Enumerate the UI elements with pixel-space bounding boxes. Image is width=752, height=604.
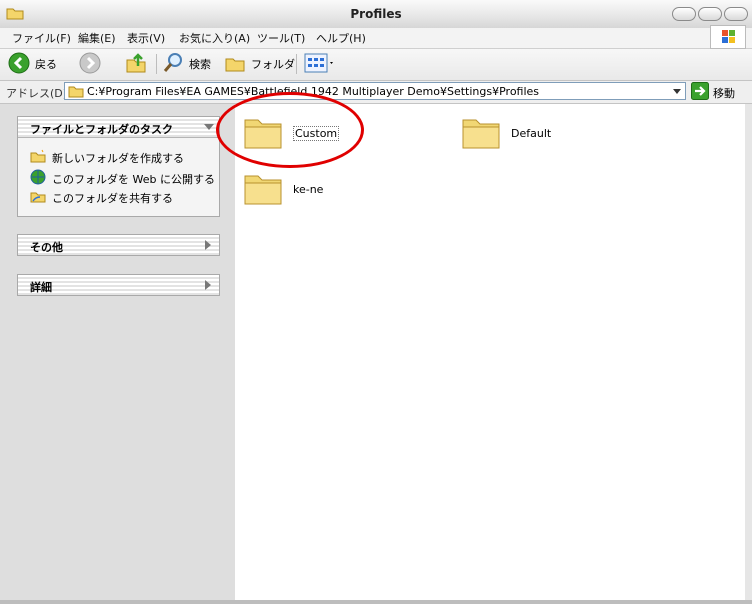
- other-places-panel[interactable]: その他: [17, 234, 220, 256]
- folder-icon: [461, 114, 501, 153]
- menu-favorites[interactable]: お気に入り(A): [179, 30, 250, 46]
- address-input[interactable]: C:¥Program Files¥EA GAMES¥Battlefield 19…: [64, 82, 686, 100]
- window-title: Profiles: [350, 7, 402, 21]
- folder-icon: [243, 170, 283, 209]
- task-publish-web[interactable]: このフォルダを Web に公開する: [30, 169, 215, 188]
- share-folder-icon: [30, 189, 46, 206]
- other-places-title: その他: [30, 241, 63, 254]
- task-share-folder-label: このフォルダを共有する: [52, 191, 173, 205]
- back-button[interactable]: 戻る: [8, 52, 57, 77]
- expand-arrow-icon[interactable]: [203, 239, 213, 254]
- forward-arrow-icon: [79, 52, 101, 77]
- views-icon: [304, 52, 336, 77]
- address-label: アドレス(D): [6, 87, 68, 100]
- up-folder-icon: [125, 52, 147, 77]
- maximize-button[interactable]: [698, 7, 722, 21]
- minimize-button[interactable]: [672, 7, 696, 21]
- folders-label: フォルダ: [251, 58, 295, 71]
- window-bottom-edge: [0, 600, 752, 604]
- go-button[interactable]: 移動: [691, 82, 735, 103]
- go-label: 移動: [713, 86, 735, 100]
- menu-file[interactable]: ファイル(F): [12, 30, 71, 46]
- address-bar: アドレス(D) C:¥Program Files¥EA GAMES¥Battle…: [0, 81, 752, 104]
- details-title: 詳細: [30, 281, 52, 294]
- task-pane: ファイルとフォルダのタスク 新しいフォルダを作成する このフォルダを Web に…: [0, 104, 235, 604]
- close-button[interactable]: [724, 7, 748, 21]
- go-arrow-icon: [691, 82, 709, 103]
- forward-button[interactable]: [79, 52, 101, 77]
- views-button[interactable]: [304, 53, 336, 75]
- task-new-folder-label: 新しいフォルダを作成する: [52, 151, 184, 165]
- folder-icon: [68, 84, 84, 101]
- menu-edit[interactable]: 編集(E): [78, 30, 116, 46]
- task-new-folder[interactable]: 新しいフォルダを作成する: [30, 149, 184, 166]
- details-panel[interactable]: 詳細: [17, 274, 220, 296]
- file-list: Custom Default ke-ne: [235, 104, 745, 600]
- annotation-highlight-circle: [216, 92, 364, 168]
- folder-label: ke-ne: [293, 183, 324, 196]
- new-folder-icon: [30, 149, 46, 166]
- menu-view[interactable]: 表示(V): [127, 30, 165, 46]
- expand-arrow-icon[interactable]: [203, 279, 213, 294]
- menu-bar: ファイル(F) 編集(E) 表示(V) お気に入り(A) ツール(T) ヘルプ(…: [0, 28, 752, 49]
- search-label: 検索: [189, 58, 211, 71]
- address-dropdown-icon[interactable]: [669, 83, 685, 99]
- toolbar: 戻る 検索 フォルダ: [0, 49, 752, 81]
- task-publish-web-label: このフォルダを Web に公開する: [52, 172, 215, 186]
- search-icon: [162, 52, 184, 77]
- collapse-chevron-icon[interactable]: [203, 121, 215, 136]
- menu-help[interactable]: ヘルプ(H): [316, 30, 366, 46]
- title-bar: Profiles: [0, 0, 752, 29]
- explorer-window: Profiles ファイル(F) 編集(E) 表示(V) お気に入り(A) ツー…: [0, 0, 752, 604]
- up-folder-button[interactable]: [125, 52, 147, 77]
- globe-icon: [30, 169, 46, 188]
- menu-tools[interactable]: ツール(T): [257, 30, 305, 46]
- windows-logo-icon: [710, 25, 746, 49]
- folder-item-default[interactable]: Default: [461, 114, 551, 153]
- back-label: 戻る: [35, 58, 57, 71]
- folder-item-ke-ne[interactable]: ke-ne: [243, 170, 323, 209]
- folders-icon: [224, 52, 246, 77]
- file-folder-tasks-title: ファイルとフォルダのタスク: [30, 123, 173, 136]
- file-folder-tasks-panel: ファイルとフォルダのタスク 新しいフォルダを作成する このフォルダを Web に…: [17, 116, 220, 217]
- search-button[interactable]: 検索: [162, 52, 211, 77]
- folder-label: Default: [511, 127, 552, 140]
- task-share-folder[interactable]: このフォルダを共有する: [30, 189, 173, 206]
- back-arrow-icon: [8, 52, 30, 77]
- window-right-edge: [745, 104, 752, 604]
- file-folder-tasks-header[interactable]: ファイルとフォルダのタスク: [18, 117, 219, 138]
- folders-button[interactable]: フォルダ: [224, 53, 295, 75]
